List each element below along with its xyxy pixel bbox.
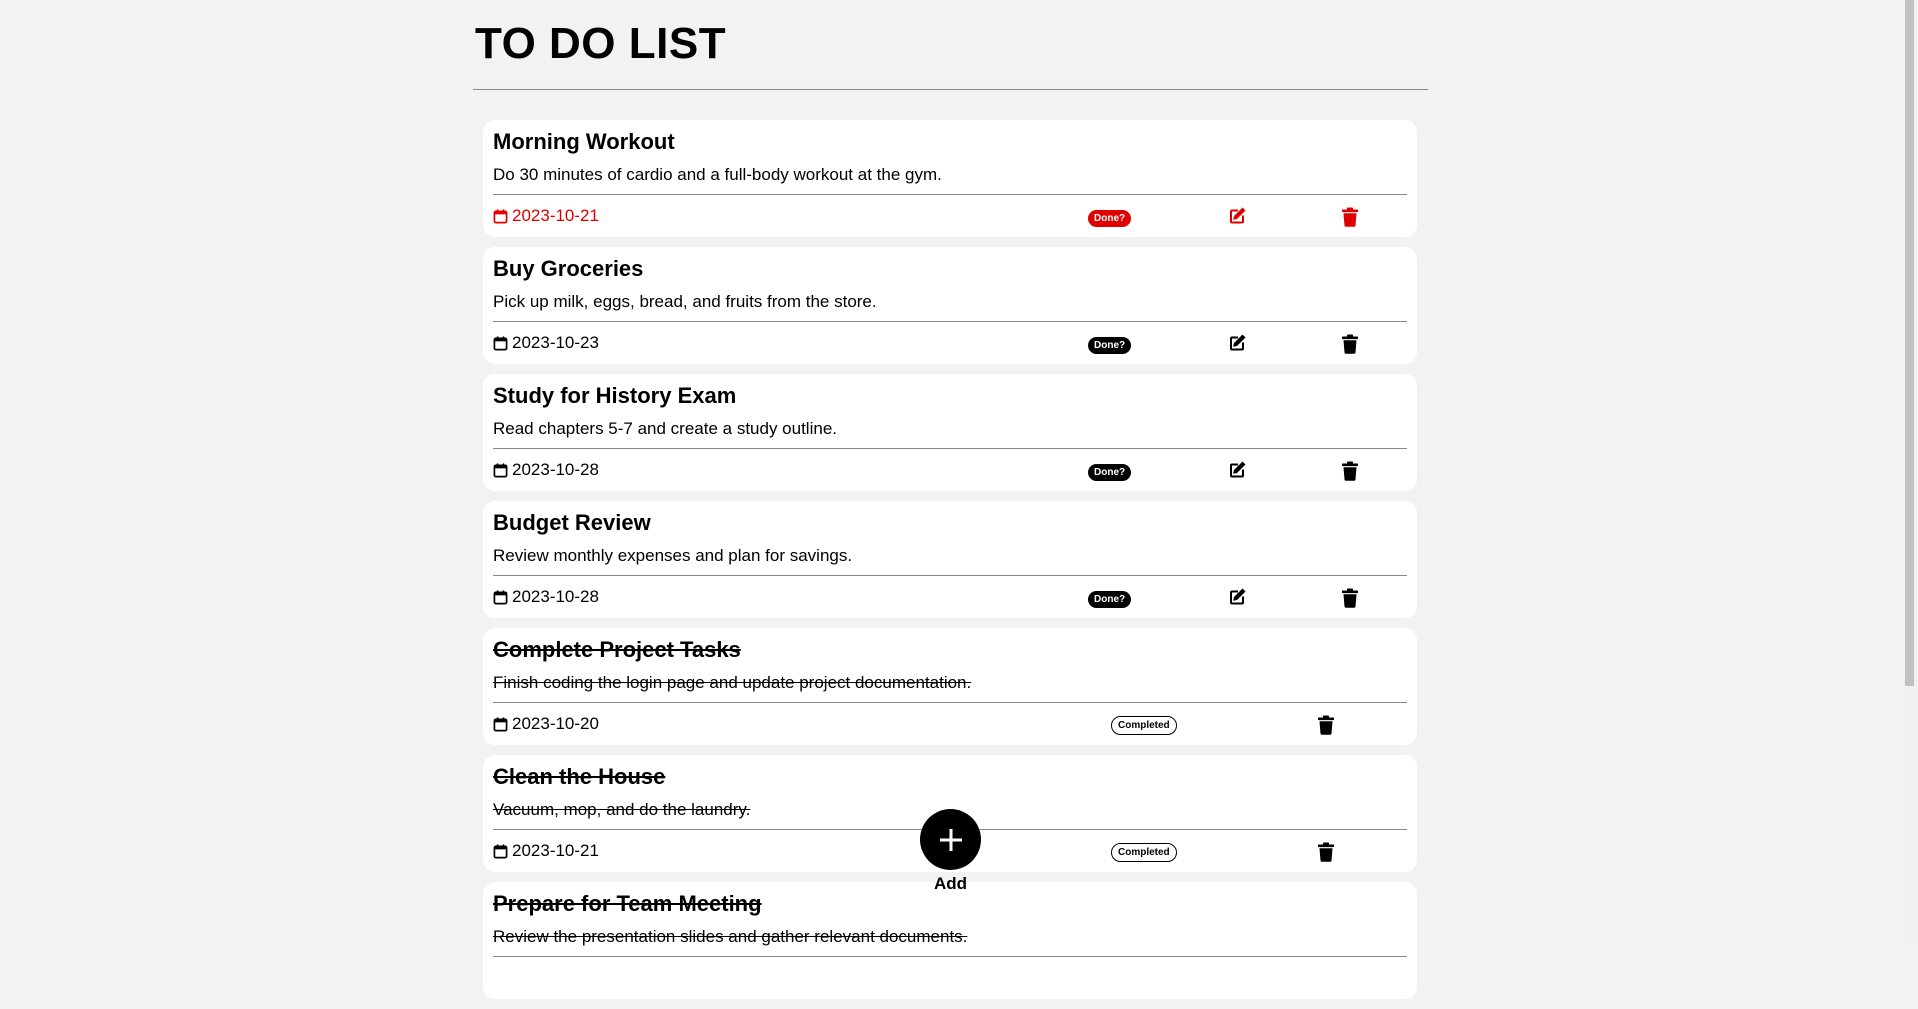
task-card: Complete Project Tasks Finish coding the…: [483, 628, 1417, 745]
task-date: 2023-10-28: [493, 587, 599, 607]
calendar-icon: [493, 335, 508, 351]
task-description: Vacuum, mop, and do the laundry.: [493, 800, 751, 819]
add-button[interactable]: [920, 809, 981, 870]
task-date-text: 2023-10-28: [512, 460, 599, 479]
card-divider: [493, 448, 1407, 449]
task-title: Prepare for Team Meeting: [493, 891, 762, 916]
task-date: 2023-10-20: [493, 714, 599, 734]
edit-icon[interactable]: [1227, 333, 1247, 353]
task-card: Study for History Exam Read chapters 5-7…: [483, 374, 1417, 491]
task-title: Complete Project Tasks: [493, 637, 741, 662]
task-description: Review the presentation slides and gathe…: [493, 927, 968, 946]
edit-icon[interactable]: [1227, 460, 1247, 480]
completed-badge: Completed: [1111, 843, 1177, 862]
mark-done-button[interactable]: Done?: [1088, 464, 1132, 481]
task-description: Do 30 minutes of cardio and a full-body …: [493, 165, 942, 184]
edit-icon[interactable]: [1227, 206, 1247, 226]
task-date-text: 2023-10-28: [512, 587, 599, 606]
task-date-text: 2023-10-21: [512, 841, 599, 860]
calendar-icon: [493, 208, 508, 224]
calendar-icon: [493, 589, 508, 605]
card-divider: [493, 194, 1407, 195]
mark-done-button[interactable]: Done?: [1088, 337, 1132, 354]
task-date: 2023-10-23: [493, 333, 599, 353]
page-title: TO DO LIST: [475, 19, 727, 68]
trash-icon[interactable]: [1341, 588, 1359, 608]
task-date-text: 2023-10-23: [512, 333, 599, 352]
trash-icon[interactable]: [1317, 842, 1335, 862]
task-title: Study for History Exam: [493, 383, 737, 408]
task-card: Buy Groceries Pick up milk, eggs, bread,…: [483, 247, 1417, 364]
task-date: 2023-10-28: [493, 460, 599, 480]
calendar-icon: [493, 462, 508, 478]
calendar-icon: [493, 716, 508, 732]
mark-done-button[interactable]: Done?: [1088, 591, 1132, 608]
card-divider: [493, 575, 1407, 576]
add-button-label: Add: [933, 874, 968, 893]
calendar-icon: [493, 843, 508, 859]
scrollbar-thumb[interactable]: [1905, 0, 1914, 686]
task-description: Finish coding the login page and update …: [493, 673, 972, 692]
card-divider: [493, 702, 1407, 703]
trash-icon[interactable]: [1317, 715, 1335, 735]
task-date: 2023-10-21: [493, 841, 599, 861]
task-date-text: 2023-10-20: [512, 714, 599, 733]
card-divider: [493, 956, 1407, 957]
task-date: 2023-10-21: [493, 206, 599, 226]
edit-icon[interactable]: [1227, 587, 1247, 607]
plus-icon: [939, 828, 962, 851]
task-title: Morning Workout: [493, 129, 675, 154]
task-title: Buy Groceries: [493, 256, 644, 281]
task-card: Morning Workout Do 30 minutes of cardio …: [483, 120, 1417, 237]
trash-icon[interactable]: [1341, 461, 1359, 481]
task-date-text: 2023-10-21: [512, 206, 599, 225]
task-card: Prepare for Team Meeting Review the pres…: [483, 882, 1417, 999]
task-title: Budget Review: [493, 510, 651, 535]
scrollbar[interactable]: [1901, 0, 1918, 944]
title-divider: [473, 89, 1428, 90]
completed-badge: Completed: [1111, 716, 1177, 735]
task-description: Pick up milk, eggs, bread, and fruits fr…: [493, 292, 877, 311]
task-description: Read chapters 5-7 and create a study out…: [493, 419, 837, 438]
mark-done-button[interactable]: Done?: [1088, 210, 1132, 227]
todo-container: TO DO LIST Morning Workout Do 30 minutes…: [473, 0, 1428, 999]
card-divider: [493, 321, 1407, 322]
task-title: Clean the House: [493, 764, 666, 789]
trash-icon[interactable]: [1341, 207, 1359, 227]
task-description: Review monthly expenses and plan for sav…: [493, 546, 853, 565]
trash-icon[interactable]: [1341, 334, 1359, 354]
task-card: Budget Review Review monthly expenses an…: [483, 501, 1417, 618]
